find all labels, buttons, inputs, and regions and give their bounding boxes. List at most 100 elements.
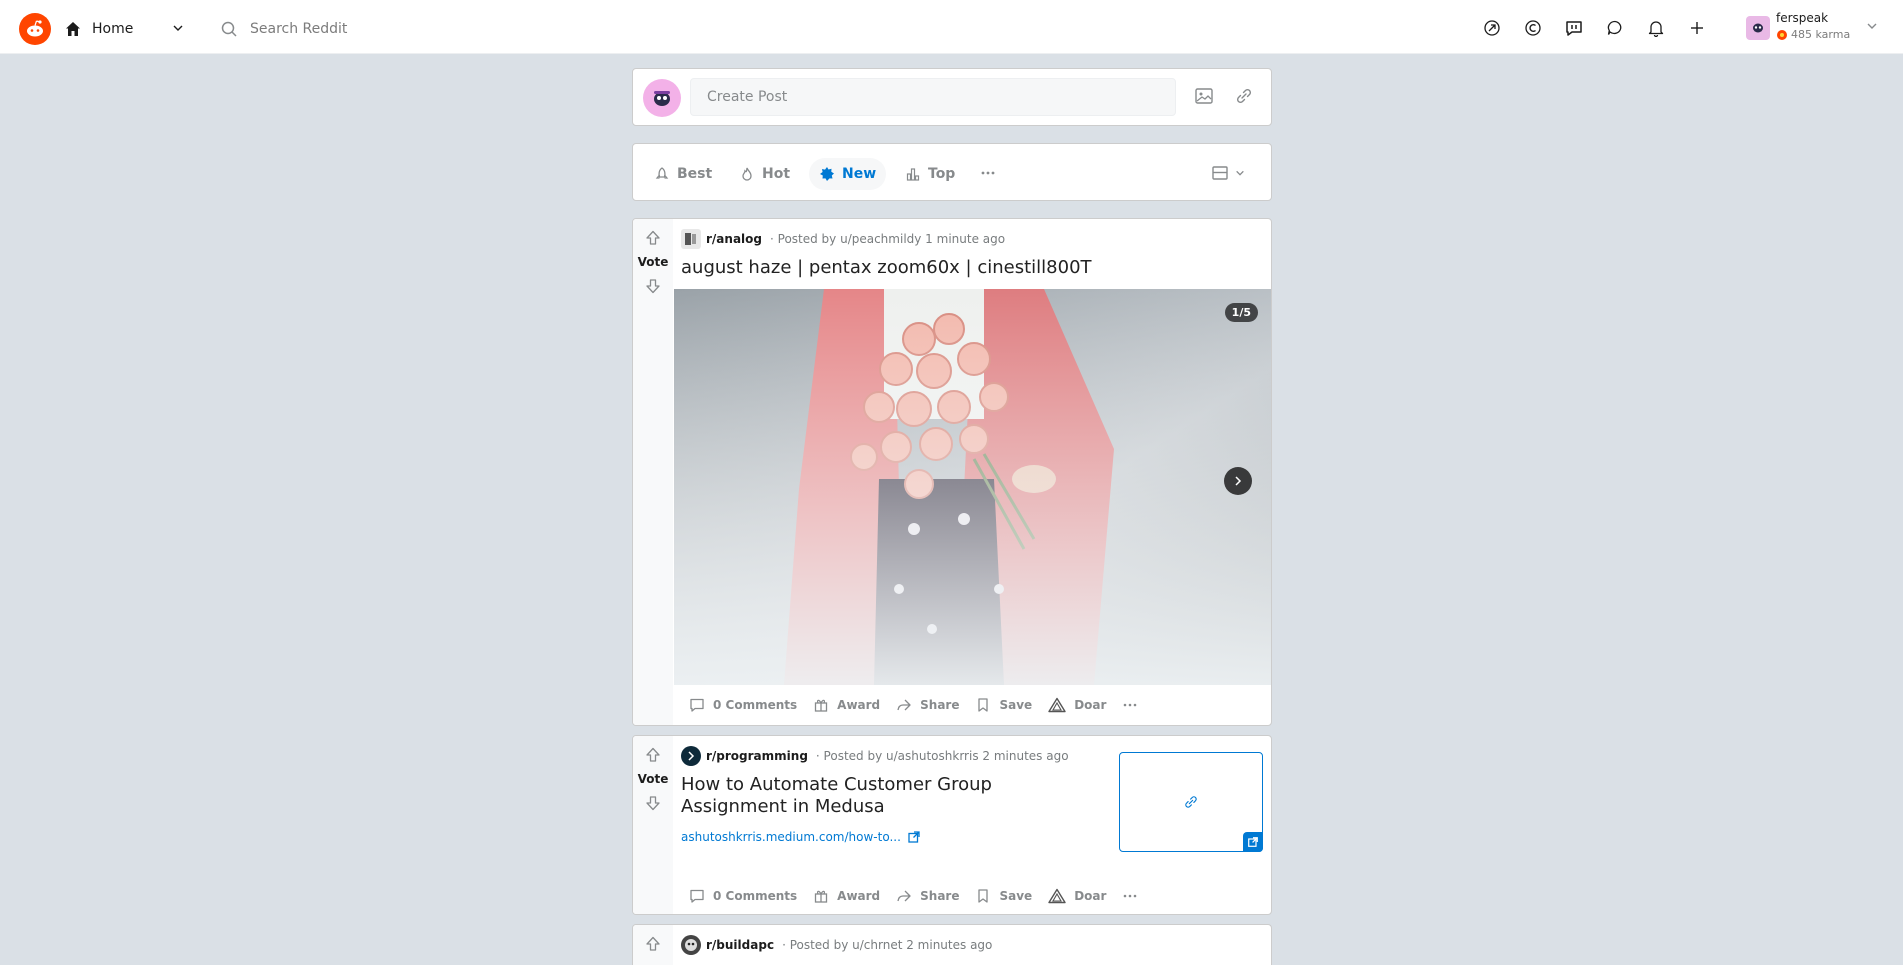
- chevron-down-icon: [1866, 20, 1878, 32]
- post-title[interactable]: august haze | pentax zoom60x | cinestill…: [681, 257, 1092, 279]
- comment-icon: [689, 888, 705, 904]
- subreddit-link[interactable]: r/analog: [706, 232, 762, 246]
- subreddit-link[interactable]: r/programming: [706, 749, 808, 763]
- external-link-icon: [907, 830, 921, 844]
- post-image-gallery[interactable]: 1/5: [674, 289, 1271, 685]
- upvote-icon[interactable]: [644, 746, 662, 764]
- create-post-input[interactable]: Create Post: [690, 78, 1176, 116]
- save-button[interactable]: Save: [967, 880, 1040, 912]
- posted-by: · Posted by u/ashutoshkrris 2 minutes ag…: [815, 749, 1069, 763]
- more-options-icon[interactable]: [979, 164, 997, 182]
- share-icon: [896, 697, 912, 713]
- home-dropdown[interactable]: Home: [64, 14, 194, 44]
- comments-button[interactable]: 0 Comments: [681, 880, 805, 912]
- sort-hot[interactable]: Hot: [729, 158, 800, 190]
- comments-label: 0 Comments: [713, 698, 798, 712]
- link-icon: [1182, 793, 1200, 811]
- username: ferspeak: [1776, 11, 1829, 25]
- coins-icon[interactable]: [1521, 16, 1545, 40]
- top-chart-icon: [905, 166, 921, 182]
- share-button[interactable]: Share: [888, 689, 967, 721]
- post-card[interactable]: Vote r/programming · Posted by u/ashutos…: [632, 735, 1272, 915]
- save-button[interactable]: Save: [967, 689, 1040, 721]
- subreddit-icon[interactable]: [681, 746, 701, 766]
- share-icon: [896, 888, 912, 904]
- sort-best[interactable]: Best: [644, 158, 722, 190]
- notifications-icon[interactable]: [1644, 16, 1668, 40]
- gallery-next-button[interactable]: [1224, 467, 1252, 495]
- post-meta: r/analog · Posted by u/peachmildy 1 minu…: [681, 229, 1005, 249]
- vote-column: Vote: [633, 219, 673, 725]
- chevron-right-icon: [1232, 475, 1244, 487]
- new-burst-icon: [819, 166, 835, 182]
- award-button[interactable]: Award: [805, 880, 888, 912]
- gift-icon: [813, 888, 829, 904]
- post-title[interactable]: How to Automate Customer Group Assignmen…: [681, 774, 1101, 818]
- comment-icon: [689, 697, 705, 713]
- post-external-link[interactable]: ashutoshkrris.medium.com/how-to...: [681, 830, 921, 844]
- image-upload-icon[interactable]: [1193, 85, 1215, 107]
- post-card[interactable]: Vote r/analog · Posted by u/peachmildy 1…: [632, 218, 1272, 726]
- user-avatar: [1746, 16, 1770, 40]
- upvote-icon[interactable]: [644, 229, 662, 247]
- chat-bubble-icon[interactable]: [1562, 16, 1586, 40]
- card-view-icon: [1211, 164, 1229, 182]
- reddit-logo-icon[interactable]: [19, 13, 51, 45]
- posted-by: · Posted by u/chrnet 2 minutes ago: [782, 938, 993, 952]
- external-link-icon: [1243, 832, 1263, 852]
- link-thumbnail[interactable]: [1119, 752, 1263, 852]
- karma-flower-icon: [1776, 29, 1788, 41]
- sort-top[interactable]: Top: [895, 158, 965, 190]
- doar-triangle-icon: [1048, 888, 1066, 904]
- vote-column: [633, 925, 673, 965]
- post-meta: r/programming · Posted by u/ashutoshkrri…: [681, 746, 1069, 766]
- top-header: Home Search Reddit ferspeak 485 karma: [0, 0, 1903, 54]
- flame-icon: [739, 166, 755, 182]
- award-button[interactable]: Award: [805, 689, 888, 721]
- popular-icon[interactable]: [1480, 16, 1504, 40]
- link-url: ashutoshkrris.medium.com/how-to...: [681, 830, 901, 844]
- search-input[interactable]: Search Reddit: [220, 14, 740, 44]
- plus-icon[interactable]: [1685, 16, 1709, 40]
- save-label: Save: [999, 698, 1033, 712]
- doar-button[interactable]: Doar: [1040, 689, 1114, 721]
- gallery-photo: [674, 289, 1271, 685]
- subreddit-link[interactable]: r/buildapc: [706, 938, 774, 952]
- view-mode-dropdown[interactable]: [1211, 164, 1245, 182]
- subreddit-icon[interactable]: [681, 935, 701, 955]
- doar-label: Doar: [1074, 889, 1107, 903]
- share-button[interactable]: Share: [888, 880, 967, 912]
- more-options-icon: [1122, 888, 1138, 904]
- search-placeholder: Search Reddit: [250, 21, 348, 37]
- karma-count: 485 karma: [1776, 28, 1850, 41]
- chevron-down-icon: [1235, 168, 1245, 178]
- karma-text: 485 karma: [1791, 28, 1851, 41]
- user-menu[interactable]: ferspeak 485 karma: [1746, 10, 1886, 44]
- post-more-button[interactable]: [1114, 689, 1146, 721]
- sort-new[interactable]: New: [809, 158, 887, 190]
- post-actions: 0 Comments Award Share Save Doar: [681, 880, 1146, 912]
- comments-button[interactable]: 0 Comments: [681, 689, 805, 721]
- more-options-icon: [1122, 697, 1138, 713]
- post-card[interactable]: r/buildapc · Posted by u/chrnet 2 minute…: [632, 924, 1272, 965]
- vote-column: Vote: [633, 736, 673, 914]
- sort-new-label: New: [842, 166, 877, 182]
- gift-icon: [813, 697, 829, 713]
- link-icon[interactable]: [1233, 85, 1255, 107]
- save-label: Save: [999, 889, 1033, 903]
- chevron-down-icon: [172, 22, 184, 34]
- upvote-icon[interactable]: [644, 935, 662, 953]
- doar-triangle-icon: [1048, 697, 1066, 713]
- subreddit-icon[interactable]: [681, 229, 701, 249]
- vote-count: Vote: [637, 772, 669, 786]
- post-more-button[interactable]: [1114, 880, 1146, 912]
- downvote-icon[interactable]: [644, 277, 662, 295]
- doar-button[interactable]: Doar: [1040, 880, 1114, 912]
- bookmark-icon: [975, 697, 991, 713]
- home-label: Home: [92, 21, 134, 37]
- messages-icon[interactable]: [1603, 16, 1627, 40]
- user-avatar[interactable]: [643, 79, 681, 117]
- vote-count: Vote: [637, 255, 669, 269]
- downvote-icon[interactable]: [644, 794, 662, 812]
- award-label: Award: [837, 698, 881, 712]
